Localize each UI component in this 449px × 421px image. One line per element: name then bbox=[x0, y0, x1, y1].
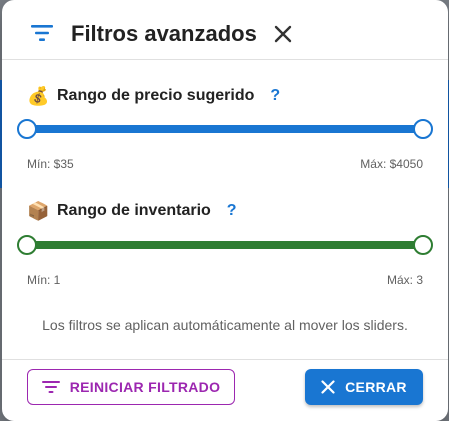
close-button-label: CERRAR bbox=[345, 379, 407, 395]
advanced-filters-dialog: Filtros avanzados 💰 Rango de precio suge… bbox=[2, 0, 448, 421]
inventory-range-min-thumb[interactable] bbox=[17, 235, 37, 255]
reset-filters-button[interactable]: REINICIAR FILTRADO bbox=[27, 369, 235, 405]
inventory-range-slider[interactable] bbox=[17, 235, 433, 255]
price-range-help-icon[interactable]: ? bbox=[270, 87, 280, 105]
price-range-slider[interactable] bbox=[17, 119, 433, 139]
dialog-footer: REINICIAR FILTRADO CERRAR bbox=[2, 359, 448, 421]
money-bag-icon: 💰 bbox=[27, 85, 50, 106]
inventory-range-max-label: Máx: 3 bbox=[386, 273, 423, 287]
package-icon: 📦 bbox=[27, 200, 50, 221]
inventory-range-track bbox=[27, 241, 423, 249]
reset-filters-label: REINICIAR FILTRADO bbox=[69, 379, 221, 395]
filter-list-icon bbox=[41, 381, 60, 393]
price-range-max-thumb[interactable] bbox=[413, 119, 433, 139]
inventory-range-min-label: Mín: 1 bbox=[27, 273, 61, 287]
dialog-header: Filtros avanzados bbox=[2, 0, 448, 60]
dialog-title: Filtros avanzados bbox=[71, 21, 257, 46]
close-icon[interactable] bbox=[274, 25, 292, 43]
price-range-min-label: Mín: $35 bbox=[27, 157, 74, 171]
inventory-range-label-row: 📦 Rango de inventario ? bbox=[27, 199, 237, 223]
price-range-min-thumb[interactable] bbox=[17, 119, 37, 139]
inventory-range-help-icon[interactable]: ? bbox=[227, 202, 237, 220]
inventory-range-limits: Mín: 1 Máx: 3 bbox=[27, 273, 423, 287]
price-range-limits: Mín: $35 Máx: $4050 bbox=[27, 157, 423, 171]
close-icon bbox=[321, 380, 335, 394]
price-range-label-row: 💰 Rango de precio sugerido ? bbox=[27, 84, 280, 108]
price-range-max-label: Máx: $4050 bbox=[360, 157, 423, 171]
auto-apply-hint: Los filtros se aplican automáticamente a… bbox=[42, 317, 408, 333]
inventory-range-label: Rango de inventario bbox=[57, 202, 211, 219]
price-range-label: Rango de precio sugerido bbox=[57, 87, 255, 104]
inventory-range-max-thumb[interactable] bbox=[413, 235, 433, 255]
price-range-track bbox=[27, 125, 423, 133]
filter-list-icon bbox=[31, 25, 53, 41]
close-button[interactable]: CERRAR bbox=[305, 369, 423, 405]
